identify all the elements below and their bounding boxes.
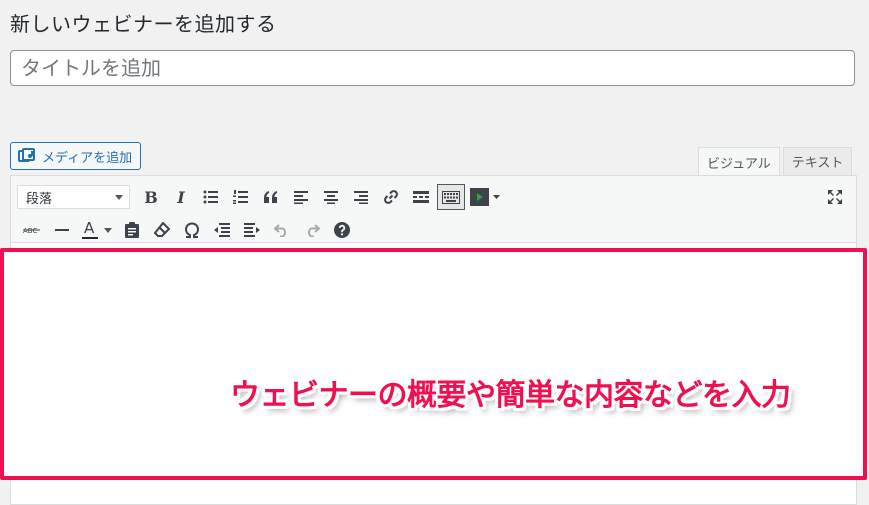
outdent-button[interactable] <box>207 216 237 244</box>
undo-icon <box>274 224 286 237</box>
format-select[interactable]: 段落 <box>17 185 130 209</box>
text-color-letter: A <box>84 219 95 237</box>
chevron-down-icon <box>115 194 123 200</box>
clear-formatting-button[interactable] <box>147 216 177 244</box>
toolbar-row-2: ABC A <box>17 216 850 244</box>
indent-button[interactable] <box>237 216 267 244</box>
keyboard-icon <box>442 190 460 204</box>
redo-button[interactable] <box>297 216 327 244</box>
blockquote-button[interactable] <box>256 183 286 211</box>
outdent-icon <box>214 223 230 237</box>
media-icon <box>18 148 36 164</box>
tab-visual[interactable]: ビジュアル <box>698 147 780 176</box>
chevron-down-icon <box>104 227 112 233</box>
text-color-swatch <box>82 237 98 239</box>
align-center-button[interactable] <box>316 183 346 211</box>
strikethrough-button[interactable]: ABC <box>17 216 47 244</box>
align-right-button[interactable] <box>346 183 376 211</box>
play-icon <box>470 188 500 206</box>
align-left-button[interactable] <box>286 183 316 211</box>
redo-icon <box>308 224 320 237</box>
add-media-label: メディアを追加 <box>42 150 133 166</box>
fullscreen-button[interactable] <box>820 183 850 211</box>
numbered-list-icon <box>233 190 248 204</box>
indent-icon <box>244 223 260 237</box>
media-player-button[interactable] <box>466 183 504 211</box>
post-title-input[interactable] <box>10 50 855 86</box>
fullscreen-icon <box>828 190 842 204</box>
text-color-icon: A <box>82 219 98 240</box>
add-media-button[interactable]: メディアを追加 <box>10 142 142 170</box>
read-more-button[interactable] <box>406 183 436 211</box>
horizontal-line-button[interactable] <box>47 216 77 244</box>
format-select-value: 段落 <box>26 191 53 207</box>
annotation-callout: ウェビナーの概要や簡単な内容などを入力 <box>230 378 791 413</box>
keyboard-shortcuts-button[interactable] <box>327 216 357 244</box>
strikethrough-icon: ABC <box>23 227 40 235</box>
help-icon <box>334 222 350 238</box>
italic-icon: I <box>177 187 185 207</box>
editor-toolbar: 段落 B I ABC A <box>11 176 856 243</box>
read-more-icon <box>413 191 429 203</box>
align-center-icon <box>324 190 338 204</box>
tab-text[interactable]: テキスト <box>782 147 853 175</box>
blockquote-icon <box>264 191 277 203</box>
align-right-icon <box>354 190 368 204</box>
editor-tabs: ビジュアル テキスト <box>698 147 853 176</box>
bold-icon: B <box>144 187 158 207</box>
undo-button[interactable] <box>267 216 297 244</box>
insert-link-button[interactable] <box>376 183 406 211</box>
align-left-icon <box>294 190 308 204</box>
paste-as-text-button[interactable] <box>117 216 147 244</box>
italic-button[interactable]: I <box>166 183 196 211</box>
toolbar-toggle-button[interactable] <box>437 184 465 210</box>
svg-text:ABC: ABC <box>23 227 37 235</box>
editor-content-area[interactable] <box>0 248 867 480</box>
omega-icon <box>184 222 200 238</box>
clipboard-icon <box>125 222 139 238</box>
special-character-button[interactable] <box>177 216 207 244</box>
bulleted-list-button[interactable] <box>196 183 226 211</box>
toolbar-row-1: 段落 B I <box>17 183 850 211</box>
horizontal-line-icon <box>55 229 69 231</box>
link-icon <box>384 190 398 204</box>
eraser-icon <box>154 222 170 237</box>
bulleted-list-icon <box>203 190 218 204</box>
bold-button[interactable]: B <box>136 183 166 211</box>
text-color-button[interactable]: A <box>77 216 117 244</box>
page-title: 新しいウェビナーを追加する <box>10 12 277 36</box>
numbered-list-button[interactable] <box>226 183 256 211</box>
